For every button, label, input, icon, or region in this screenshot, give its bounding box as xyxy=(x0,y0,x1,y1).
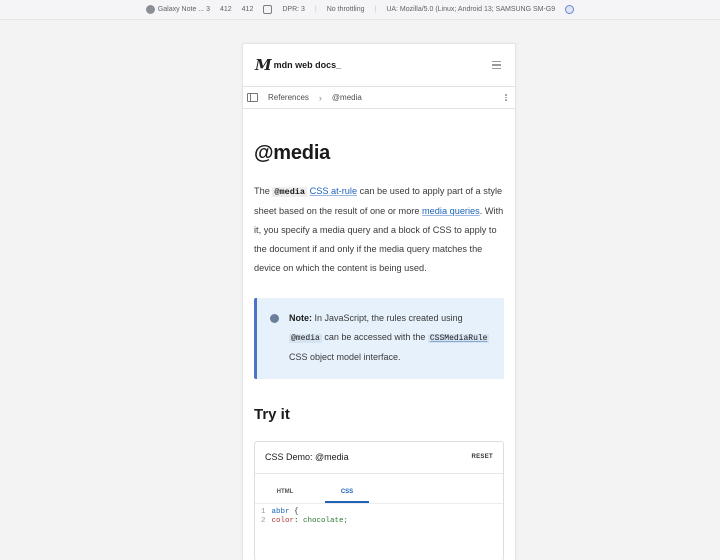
line-numbers: 1 2 xyxy=(261,508,266,526)
throttling-select[interactable]: No throttling xyxy=(327,6,365,13)
toolbar-divider: | xyxy=(374,6,377,13)
responsive-viewport: M mdn web docs_ References › @media @med… xyxy=(242,43,516,560)
intro-text: The xyxy=(254,186,273,196)
note-text: Note: In JavaScript, the rules created u… xyxy=(289,309,494,367)
mdn-logo-mark: M xyxy=(255,56,272,74)
breadcrumb-separator-icon: › xyxy=(318,92,322,103)
reset-button[interactable]: RESET xyxy=(471,454,493,460)
media-queries-link[interactable]: media queries xyxy=(422,206,480,216)
viewport-height[interactable]: 412 xyxy=(242,6,254,13)
interactive-demo: CSS Demo: @media RESET HTML CSS 1 2 abbr… xyxy=(254,440,504,560)
tab-css[interactable]: CSS xyxy=(325,482,369,503)
hamburger-menu-icon[interactable] xyxy=(489,58,503,72)
note-callout: Note: In JavaScript, the rules created u… xyxy=(254,298,504,379)
top-navigation: M mdn web docs_ xyxy=(243,44,515,87)
article-content: @media The @media CSS at-rule can be use… xyxy=(243,142,515,560)
intro-text: . With it, you specify a media query and… xyxy=(254,206,504,273)
code-value: chocolate; xyxy=(298,516,349,525)
intro-paragraph: The @media CSS at-rule can be used to ap… xyxy=(254,182,504,278)
breadcrumb-item-media[interactable]: @media xyxy=(332,93,362,102)
css-at-rule-link[interactable]: CSS at-rule xyxy=(310,186,358,196)
code-lines: abbr { color: chocolate; xyxy=(272,508,349,526)
note-text-part: can be accessed with the xyxy=(321,331,428,342)
device-name: Galaxy Note ... 3 xyxy=(157,6,210,13)
demo-tabs: HTML CSS xyxy=(255,482,503,504)
page-title: @media xyxy=(254,142,331,164)
device-toolbar: Galaxy Note ... 3 412 412 DPR: 3 | No th… xyxy=(0,0,720,20)
code-property: color xyxy=(271,516,295,525)
inline-code: @media xyxy=(272,187,307,197)
code-line: color: chocolate; xyxy=(271,516,349,525)
viewport-width[interactable]: 412 xyxy=(220,6,232,13)
cssmediarule-link[interactable]: CSSMediaRule xyxy=(427,333,490,343)
mdn-logo-text: mdn web docs_ xyxy=(273,60,342,70)
toolbar-divider: | xyxy=(314,6,317,13)
touch-simulation-icon[interactable] xyxy=(565,5,575,14)
user-agent-field[interactable]: UA: Mozilla/5.0 (Linux; Android 13; SAMS… xyxy=(386,6,555,13)
tab-html[interactable]: HTML xyxy=(263,482,307,503)
rotate-icon[interactable] xyxy=(263,5,273,14)
note-text-part: CSS object model interface. xyxy=(289,352,401,362)
code-editor[interactable]: 1 2 abbr { color: chocolate; xyxy=(255,504,503,530)
note-label: Note: xyxy=(289,313,312,323)
more-options-icon[interactable] xyxy=(503,94,509,101)
mdn-logo[interactable]: M mdn web docs_ xyxy=(255,56,341,74)
breadcrumb-item-references[interactable]: References xyxy=(268,93,309,102)
demo-header: CSS Demo: @media RESET xyxy=(255,442,503,474)
demo-title: CSS Demo: @media xyxy=(265,452,349,462)
info-icon xyxy=(270,314,279,323)
inline-code: @media xyxy=(289,333,322,343)
try-it-heading: Try it xyxy=(254,405,290,423)
line-number: 1 xyxy=(261,507,266,516)
note-text-part: In JavaScript, the rules created using xyxy=(312,313,463,323)
breadcrumb: References › @media xyxy=(243,87,515,109)
code-brace: { xyxy=(289,507,299,516)
sidebar-toggle-icon[interactable] xyxy=(247,93,258,102)
dpr-select[interactable]: DPR: 3 xyxy=(282,6,305,13)
device-icon xyxy=(145,5,155,14)
line-number: 2 xyxy=(261,516,266,525)
code-selector: abbr xyxy=(271,507,290,516)
code-line: abbr { xyxy=(272,508,349,517)
device-select[interactable]: Galaxy Note ... 3 xyxy=(145,5,210,14)
